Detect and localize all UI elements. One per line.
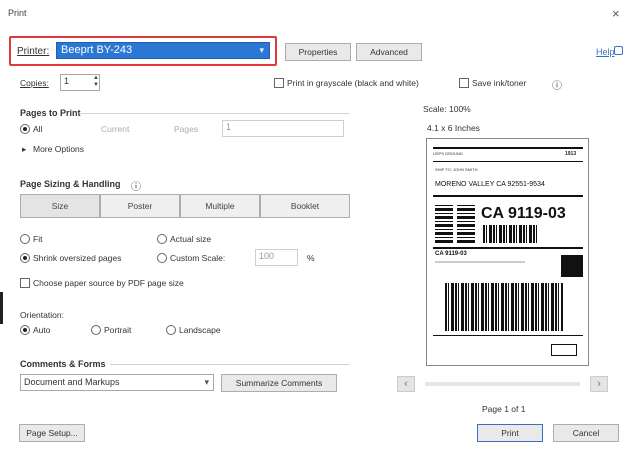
printer-select[interactable]: Beeprt BY-243 ▾ bbox=[56, 42, 270, 59]
page-setup-button[interactable]: Page Setup... bbox=[19, 424, 85, 442]
portrait-radio[interactable] bbox=[91, 325, 101, 335]
landscape-label: Landscape bbox=[179, 325, 221, 335]
actual-size-radio[interactable] bbox=[157, 234, 167, 244]
label-block bbox=[561, 255, 583, 277]
current-label[interactable]: Current bbox=[101, 124, 129, 134]
percent-label: % bbox=[307, 253, 315, 263]
tab-size[interactable]: Size bbox=[20, 194, 100, 218]
tab-multiple[interactable]: Multiple bbox=[180, 194, 260, 218]
label-number: 1913 bbox=[565, 151, 577, 157]
fit-radio[interactable] bbox=[20, 234, 30, 244]
tab-poster[interactable]: Poster bbox=[100, 194, 180, 218]
comments-header: Comments & Forms bbox=[20, 359, 106, 369]
landscape-radio[interactable] bbox=[166, 325, 176, 335]
size-label: 4.1 x 6 Inches bbox=[427, 123, 480, 133]
tab-booklet[interactable]: Booklet bbox=[260, 194, 350, 218]
portrait-label: Portrait bbox=[104, 325, 132, 335]
custom-scale-input[interactable]: 100 bbox=[255, 249, 298, 266]
advanced-button[interactable]: Advanced bbox=[356, 43, 422, 61]
save-ink-checkbox[interactable] bbox=[459, 78, 469, 88]
left-accent bbox=[0, 292, 3, 324]
help-link[interactable]: Help bbox=[596, 47, 615, 57]
pages-label[interactable]: Pages bbox=[174, 124, 198, 134]
custom-scale-radio[interactable] bbox=[157, 253, 167, 263]
label-rule bbox=[433, 335, 583, 336]
orientation-header: Orientation: bbox=[20, 310, 64, 320]
scale-label: Scale: 100% bbox=[423, 104, 471, 114]
print-preview: USPS GROUND 1913 SHIP TO: JOHN SMITH MOR… bbox=[426, 138, 589, 366]
window-title: Print bbox=[8, 8, 27, 18]
label-box bbox=[551, 344, 577, 356]
label-rule bbox=[433, 161, 583, 162]
question-icon[interactable] bbox=[614, 46, 623, 55]
actual-size-label: Actual size bbox=[170, 234, 212, 244]
grayscale-label: Print in grayscale (black and white) bbox=[287, 78, 419, 88]
print-button[interactable]: Print bbox=[477, 424, 543, 442]
auto-label: Auto bbox=[33, 325, 51, 335]
all-radio[interactable] bbox=[20, 124, 30, 134]
comments-select[interactable]: Document and Markups ▾ bbox=[20, 374, 214, 391]
chevron-down-icon: ▾ bbox=[259, 45, 264, 55]
info-icon[interactable]: ⓘ bbox=[552, 77, 562, 92]
chevron-down-icon: ▾ bbox=[204, 377, 209, 387]
title-bar bbox=[0, 0, 629, 28]
pdf-paper-checkbox[interactable] bbox=[20, 278, 30, 288]
comments-selected-value: Document and Markups bbox=[24, 377, 120, 387]
more-options-link[interactable]: More Options bbox=[33, 144, 84, 154]
divider bbox=[110, 364, 350, 365]
summarize-comments-button[interactable]: Summarize Comments bbox=[221, 374, 337, 392]
barcode bbox=[445, 283, 563, 331]
chevron-right-icon[interactable]: ▸ bbox=[22, 144, 26, 155]
properties-button[interactable]: Properties bbox=[285, 43, 351, 61]
copies-stepper[interactable]: ▲ ▼ bbox=[92, 75, 100, 90]
cancel-button[interactable]: Cancel bbox=[553, 424, 619, 442]
label-small-code: CA 9119-03 bbox=[435, 251, 467, 257]
info-icon[interactable]: ⓘ bbox=[131, 178, 141, 193]
auto-radio[interactable] bbox=[20, 325, 30, 335]
pages-input[interactable]: 1 bbox=[222, 120, 344, 137]
next-page-button[interactable]: › bbox=[590, 376, 608, 392]
label-rule bbox=[433, 195, 583, 197]
divider bbox=[80, 113, 350, 114]
label-rule bbox=[433, 147, 583, 149]
shrink-radio[interactable] bbox=[20, 253, 30, 263]
printer-selected-value: Beeprt BY-243 bbox=[61, 44, 133, 56]
fit-label: Fit bbox=[33, 234, 43, 244]
label-line bbox=[435, 261, 525, 263]
shrink-label: Shrink oversized pages bbox=[33, 253, 122, 263]
label-big-code: CA 9119-03 bbox=[481, 205, 566, 222]
label-service: USPS GROUND bbox=[433, 151, 463, 156]
label-ship-to: SHIP TO: JOHN SMITH bbox=[435, 167, 478, 172]
printer-label: Printer: bbox=[17, 46, 50, 57]
save-ink-label: Save ink/toner bbox=[472, 78, 527, 88]
barcode bbox=[483, 225, 537, 243]
page-indicator: Page 1 of 1 bbox=[482, 404, 526, 414]
pdf-paper-label: Choose paper source by PDF page size bbox=[33, 278, 184, 288]
page-sizing-header: Page Sizing & Handling bbox=[20, 179, 121, 189]
page-slider[interactable] bbox=[425, 382, 580, 386]
grayscale-checkbox[interactable] bbox=[274, 78, 284, 88]
qr-code bbox=[435, 203, 475, 243]
all-label: All bbox=[33, 124, 43, 134]
close-icon[interactable]: × bbox=[612, 6, 620, 21]
copies-label: Copies: bbox=[20, 78, 49, 88]
label-rule bbox=[433, 247, 583, 249]
pages-to-print-header: Pages to Print bbox=[20, 108, 81, 118]
previous-page-button[interactable]: ‹ bbox=[397, 376, 415, 392]
custom-scale-label: Custom Scale: bbox=[170, 253, 226, 263]
label-address: MORENO VALLEY CA 92551-9534 bbox=[435, 181, 545, 188]
